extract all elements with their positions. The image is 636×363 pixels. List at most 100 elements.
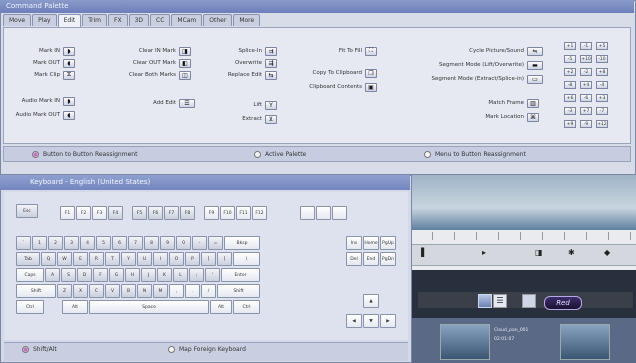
key-f[interactable]: F (93, 268, 108, 282)
tab-play[interactable]: Play (32, 14, 57, 26)
key-v[interactable]: V (105, 284, 120, 298)
key-k[interactable]: K (157, 268, 172, 282)
key-c[interactable]: C (89, 284, 104, 298)
key-s[interactable]: S (61, 268, 76, 282)
timeline-toggle-button[interactable] (478, 294, 492, 308)
clear-out-icon[interactable]: ◧ (179, 58, 191, 68)
step-button[interactable]: +12 (596, 120, 608, 128)
key-z[interactable]: Z (57, 284, 72, 298)
key-f3[interactable]: F3 (92, 206, 107, 220)
key-equals[interactable]: = (208, 236, 223, 250)
replace-edit-command[interactable]: Replace Edit ⇆ (222, 70, 277, 80)
tab-mcam[interactable]: MCam (171, 14, 203, 26)
key-m[interactable]: M (153, 284, 168, 298)
key-esc[interactable]: Esc (16, 204, 38, 218)
key-bracket-right[interactable]: ] (217, 252, 232, 266)
key-5[interactable]: 5 (96, 236, 111, 250)
key-comma[interactable]: , (169, 284, 184, 298)
step-button[interactable]: +5 (596, 42, 608, 50)
key-f10[interactable]: F10 (220, 206, 235, 220)
splice-in-command[interactable]: Splice-In ⇉ (222, 46, 277, 56)
step-button[interactable]: -5 (564, 55, 576, 63)
key-ctrl-left[interactable]: Ctrl (16, 300, 44, 314)
key-r[interactable]: R (89, 252, 104, 266)
key-enter[interactable]: Enter (221, 268, 260, 282)
fit-to-fill-command[interactable]: Fit To Fill ⛶ (312, 46, 377, 56)
step-button[interactable]: -2 (580, 68, 592, 76)
audio-mark-out-icon[interactable]: ◖ (63, 110, 75, 120)
tab-other[interactable]: Other (203, 14, 233, 26)
key-2[interactable]: 2 (48, 236, 63, 250)
key-f7[interactable]: F7 (164, 206, 179, 220)
clear-out-command[interactable]: Clear OUT Mark ◧ (116, 58, 191, 68)
key-f12[interactable]: F12 (252, 206, 267, 220)
cycle-picture-sound-icon[interactable]: ⇋ (527, 46, 543, 56)
key-7[interactable]: 7 (128, 236, 143, 250)
key-o[interactable]: O (169, 252, 184, 266)
keyboard-title-bar[interactable]: Keyboard - English (United States) (0, 175, 410, 190)
active-palette-radio[interactable]: Active Palette (254, 151, 306, 158)
palette-title-bar[interactable]: Command Palette (0, 0, 634, 13)
key-w[interactable]: W (57, 252, 72, 266)
key-backslash[interactable]: \ (233, 252, 260, 266)
step-button[interactable]: -1 (580, 42, 592, 50)
step-button[interactable]: +1 (564, 42, 576, 50)
key-space[interactable]: Space (89, 300, 209, 314)
key-insert[interactable]: Ins (346, 236, 362, 250)
bin-thumbnail[interactable] (440, 324, 490, 360)
key-backspace[interactable]: Bksp (224, 236, 260, 250)
key-j[interactable]: J (141, 268, 156, 282)
key-arrow-down[interactable]: ▼ (363, 314, 379, 328)
key-f11[interactable]: F11 (236, 206, 251, 220)
key-f5[interactable]: F5 (132, 206, 147, 220)
tab-move[interactable]: Move (3, 14, 32, 26)
step-button[interactable]: +10 (580, 55, 592, 63)
tab-more[interactable]: More (233, 14, 261, 26)
key-minus[interactable]: - (192, 236, 207, 250)
key-alt-right[interactable]: Alt (210, 300, 232, 314)
key-d[interactable]: D (77, 268, 92, 282)
step-button[interactable]: +2 (564, 68, 576, 76)
add-edit-icon[interactable]: ☰ (179, 98, 195, 108)
add-edit-command[interactable]: Add Edit ☰ (116, 98, 195, 108)
key-l[interactable]: L (173, 268, 188, 282)
mark-clip-icon[interactable]: ⧖ (63, 70, 75, 80)
replace-edit-icon[interactable]: ⇆ (265, 70, 277, 80)
segment-lift-icon[interactable]: ▬ (527, 60, 543, 70)
tab-fx[interactable]: FX (108, 14, 128, 26)
key-f8[interactable]: F8 (180, 206, 195, 220)
key-pause[interactable] (332, 206, 347, 220)
tab-3d[interactable]: 3D (128, 14, 149, 26)
key-f6[interactable]: F6 (148, 206, 163, 220)
mark-location-icon[interactable]: ⌘ (527, 112, 539, 122)
fit-to-fill-icon[interactable]: ⛶ (365, 46, 377, 56)
mark-clip-command[interactable]: Mark Clip ⧖ (12, 70, 75, 80)
key-f9[interactable]: F9 (204, 206, 219, 220)
key-alt-left[interactable]: Alt (62, 300, 88, 314)
mark-location-command[interactable]: Mark Location ⌘ (424, 112, 539, 122)
key-n[interactable]: N (137, 284, 152, 298)
step-button[interactable]: +8 (596, 68, 608, 76)
menu-reassignment-radio[interactable]: Menu to Button Reassignment (424, 151, 526, 158)
clear-in-icon[interactable]: ◨ (179, 46, 191, 56)
tab-cc[interactable]: CC (150, 14, 171, 26)
key-ctrl-right[interactable]: Ctrl (233, 300, 260, 314)
key-backtick[interactable]: ` (16, 236, 31, 250)
key-tab[interactable]: Tab (16, 252, 40, 266)
key-quote[interactable]: ' (205, 268, 220, 282)
audio-mark-out-command[interactable]: Audio Mark OUT ◖ (12, 110, 75, 120)
extract-icon[interactable]: ⊻ (265, 114, 277, 124)
segment-lift-command[interactable]: Segment Mode (Lift/Overwrite) ▬ (424, 60, 543, 70)
segment-extract-icon[interactable]: ▭ (527, 74, 543, 84)
audio-mark-in-command[interactable]: Audio Mark IN ◗ (12, 96, 75, 106)
key-0[interactable]: 0 (176, 236, 191, 250)
step-button[interactable]: -6 (580, 94, 592, 102)
segment-extract-command[interactable]: Segment Mode (Extract/Splice-in) ▭ (424, 74, 543, 84)
mark-out-command[interactable]: Mark OUT ◖ (12, 58, 75, 68)
key-print[interactable] (300, 206, 315, 220)
key-page-down[interactable]: PgDn (380, 252, 396, 266)
clipboard-contents-command[interactable]: Clipboard Contents ▣ (300, 82, 377, 92)
step-button[interactable]: +7 (580, 107, 592, 115)
tab-edit[interactable]: Edit (57, 14, 82, 27)
step-button[interactable]: +3 (596, 94, 608, 102)
